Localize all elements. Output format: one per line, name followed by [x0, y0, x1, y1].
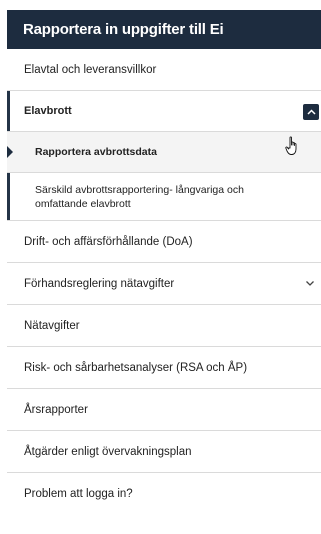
nav-item-label: Problem att logga in? — [24, 488, 133, 500]
nav-item-elavbrott[interactable]: Elavbrott — [7, 91, 321, 132]
nav-subitem-rapportera-avbrottsdata[interactable]: Rapportera avbrottsdata — [7, 132, 321, 173]
nav-subitem-sarskild-avbrottsrapportering[interactable]: Särskild avbrottsrapportering- långvarig… — [7, 173, 321, 221]
nav-item-arsrapporter[interactable]: Årsrapporter — [7, 389, 321, 431]
nav-subitem-label: Rapportera avbrottsdata — [35, 146, 157, 158]
nav-item-label: Elavtal och leveransvillkor — [24, 63, 157, 76]
nav-header-title: Rapportera in uppgifter till Ei — [23, 21, 224, 38]
nav-item-natavgifter[interactable]: Nätavgifter — [7, 305, 321, 347]
nav-item-problem-logga-in[interactable]: Problem att logga in? — [7, 473, 321, 515]
hand-pointer-icon — [285, 136, 297, 155]
nav-item-risk-sarbarhetsanalyser[interactable]: Risk- och sårbarhetsanalyser (RSA och ÅP… — [7, 347, 321, 389]
nav-item-label: Risk- och sårbarhetsanalyser (RSA och ÅP… — [24, 361, 248, 374]
side-navigation: Rapportera in uppgifter till Ei Elavtal … — [7, 10, 321, 515]
nav-item-label: Drift- och affärsförhållande (DoA) — [24, 235, 193, 248]
nav-item-label: Förhandsreglering nätavgifter — [24, 277, 175, 290]
chevron-up-icon — [306, 109, 316, 115]
collapse-toggle-button[interactable] — [303, 104, 319, 120]
nav-item-label: Åtgärder enligt övervakningsplan — [24, 445, 192, 458]
nav-item-atgarder-overvakningsplan[interactable]: Åtgärder enligt övervakningsplan — [7, 431, 321, 473]
nav-header: Rapportera in uppgifter till Ei — [7, 10, 321, 49]
nav-item-label: Årsrapporter — [24, 403, 88, 416]
nav-item-elavtal[interactable]: Elavtal och leveransvillkor — [7, 49, 321, 91]
chevron-down-icon[interactable] — [305, 280, 315, 287]
nav-item-label: Nätavgifter — [24, 319, 80, 332]
nav-section-elavbrott: Elavbrott Rapportera avbrottsdata Särski… — [7, 91, 321, 221]
nav-subitem-label: Särskild avbrottsrapportering- långvarig… — [35, 183, 244, 210]
nav-item-forhandsreglering[interactable]: Förhandsreglering nätavgifter — [7, 263, 321, 305]
active-marker-icon — [7, 146, 13, 158]
nav-item-drift-affarsforhallande[interactable]: Drift- och affärsförhållande (DoA) — [7, 221, 321, 263]
nav-item-label: Elavbrott — [24, 105, 72, 117]
